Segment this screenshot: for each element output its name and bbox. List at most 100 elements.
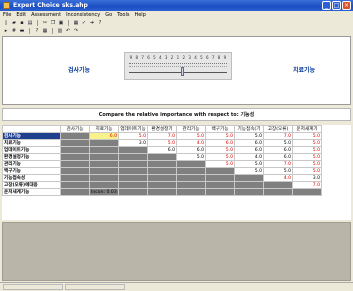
- matrix-cell-value[interactable]: 5.0: [292, 139, 322, 147]
- matrix-cell-value[interactable]: 7.0: [147, 132, 177, 140]
- matrix-cell-value[interactable]: 4.0: [234, 153, 264, 161]
- matrix-row-header[interactable]: 고장(오류)에대응: [2, 181, 61, 189]
- matrix-cell-value[interactable]: 6.0: [176, 146, 206, 154]
- matrix-cell-empty: [263, 188, 293, 196]
- matrix-cell-value[interactable]: 5.0: [292, 153, 322, 161]
- print-icon[interactable]: ▤: [27, 20, 33, 26]
- minimize-button[interactable]: _: [322, 1, 331, 10]
- right-item-label[interactable]: 치료기능: [293, 65, 315, 74]
- chart-icon[interactable]: ▦: [73, 20, 79, 26]
- matrix-cell-value[interactable]: 6.0: [234, 146, 264, 154]
- matrix-cell-empty: [118, 160, 148, 168]
- matrix-cell-value[interactable]: 5.0: [234, 167, 264, 175]
- matrix-cell-value[interactable]: 5.0: [118, 132, 148, 140]
- scale-slider-track[interactable]: [129, 72, 227, 73]
- cut-icon[interactable]: ✂: [42, 20, 48, 26]
- matrix-column-header[interactable]: 업데이트기능: [118, 125, 148, 133]
- matrix-cell-value[interactable]: 6.0: [89, 132, 119, 140]
- matrix-row-header[interactable]: 관리기능: [2, 160, 61, 168]
- matrix-column-header[interactable]: 환경설정기: [147, 125, 177, 133]
- menu-inconsistency[interactable]: Inconsistency: [66, 12, 100, 18]
- matrix-row-header[interactable]: 검사기능: [2, 132, 61, 140]
- copy-icon[interactable]: ❐: [50, 20, 56, 26]
- matrix-row-header[interactable]: 업데이트기능: [2, 146, 61, 154]
- app-icon: [3, 2, 10, 9]
- matrix-row-header[interactable]: 환경설정기능: [2, 153, 61, 161]
- undo-icon[interactable]: ↶: [65, 28, 71, 34]
- scale-number: 7: [211, 55, 215, 60]
- menu-help[interactable]: Help: [134, 12, 145, 18]
- matrix-cell-value[interactable]: 6.0: [205, 139, 235, 147]
- scale-ticks: [129, 66, 227, 67]
- matrix-cell-value[interactable]: 5.0: [292, 146, 322, 154]
- toolbar-separator: [37, 20, 38, 26]
- open-icon[interactable]: ▰: [11, 20, 17, 26]
- matrix-cell-value[interactable]: 5.0: [292, 160, 322, 168]
- check-icon[interactable]: ✓: [81, 20, 87, 26]
- matrix-cell-value[interactable]: 5.0: [234, 160, 264, 168]
- matrix-cell-value[interactable]: 3.0: [118, 139, 148, 147]
- matrix-cell-value[interactable]: 5.0: [147, 139, 177, 147]
- matrix-row-header[interactable]: 백구기능: [2, 167, 61, 175]
- save-icon[interactable]: ▪: [19, 20, 25, 26]
- menu-edit[interactable]: Edit: [16, 12, 26, 18]
- matrix-icon[interactable]: ▦: [42, 28, 48, 34]
- matrix-cell-value[interactable]: 5.0: [176, 132, 206, 140]
- matrix-column-header[interactable]: 관리기능: [176, 125, 206, 133]
- menu-go[interactable]: Go: [105, 12, 112, 18]
- matrix-cell-empty: [60, 153, 90, 161]
- matrix-row-header[interactable]: 운저새계기능: [2, 188, 61, 196]
- table-row: 운저새계기능 Incon: 0.03: [2, 188, 322, 196]
- matrix-cell-value[interactable]: 7.0: [292, 181, 322, 189]
- matrix-cell-value[interactable]: 5.0: [263, 167, 293, 175]
- matrix-cell-value[interactable]: 6.0: [263, 153, 293, 161]
- close-button[interactable]: ×: [342, 1, 351, 10]
- matrix-cell-value[interactable]: 4.0: [176, 139, 206, 147]
- matrix-row-header[interactable]: 치료기능: [2, 139, 61, 147]
- matrix-column-header[interactable]: 기능접속(기: [234, 125, 264, 133]
- matrix-cell-value[interactable]: 5.0: [292, 132, 322, 140]
- matrix-cell-value[interactable]: 3.0: [292, 174, 322, 182]
- menu-file[interactable]: File: [3, 12, 11, 18]
- scale-number: 8: [217, 55, 221, 60]
- matrix-cell-value[interactable]: 5.0: [263, 139, 293, 147]
- matrix-cell-empty: [60, 188, 90, 196]
- graphic-icon[interactable]: ▬: [19, 28, 25, 34]
- matrix-cell-value[interactable]: 5.0: [205, 132, 235, 140]
- scale-slider-thumb[interactable]: [181, 67, 184, 76]
- matrix-cell-value[interactable]: 7.0: [263, 160, 293, 168]
- matrix-cell-value[interactable]: 5.0: [234, 132, 264, 140]
- matrix-column-header[interactable]: 운저새계기: [292, 125, 322, 133]
- matrix-cell-value[interactable]: 5.0: [205, 146, 235, 154]
- numeric-icon[interactable]: #: [11, 28, 17, 34]
- paste-icon[interactable]: ▣: [58, 20, 64, 26]
- matrix-column-header[interactable]: 백구기능: [205, 125, 235, 133]
- matrix-cell-value[interactable]: 5.0: [176, 153, 206, 161]
- matrix-column-header[interactable]: 검사기능: [60, 125, 90, 133]
- menu-tools[interactable]: Tools: [117, 12, 129, 18]
- matrix-cell-value[interactable]: 6.0: [147, 146, 177, 154]
- matrix-cell-empty: [89, 174, 119, 182]
- scale-numbers: 9 8 7 6 5 4 3 2 1 2 3 4 5 6 7 8 9: [125, 55, 231, 60]
- question-icon[interactable]: ?: [34, 28, 40, 34]
- matrix-cell-value[interactable]: 5.0: [292, 167, 322, 175]
- matrix-cell-value[interactable]: 6.0: [234, 139, 264, 147]
- matrix-cell-value[interactable]: 4.0: [263, 174, 293, 182]
- maximize-button[interactable]: □: [332, 1, 341, 10]
- matrix-cell-value[interactable]: 5.0: [205, 160, 235, 168]
- grid-icon[interactable]: ▥: [57, 28, 63, 34]
- help-icon[interactable]: ?: [97, 20, 103, 26]
- redo-icon[interactable]: ↷: [73, 28, 79, 34]
- matrix-row-header[interactable]: 기능접속성: [2, 174, 61, 182]
- arrow-icon[interactable]: ➔: [89, 20, 95, 26]
- table-row: 치료기능 3.0 5.0 4.0 6.0 6.0 5.0 5.0: [2, 139, 322, 147]
- matrix-column-header[interactable]: 치료기능: [89, 125, 119, 133]
- matrix-cell-value[interactable]: 6.0: [263, 146, 293, 154]
- menu-assessment[interactable]: Assessment: [31, 12, 61, 18]
- verbal-icon[interactable]: ▸: [3, 28, 9, 34]
- left-item-label[interactable]: 검사기능: [68, 65, 90, 74]
- matrix-cell-value[interactable]: 5.0: [205, 153, 235, 161]
- new-icon[interactable]: ▯: [3, 20, 9, 26]
- matrix-column-header[interactable]: 고장(오류): [263, 125, 293, 133]
- matrix-cell-value[interactable]: 7.0: [263, 132, 293, 140]
